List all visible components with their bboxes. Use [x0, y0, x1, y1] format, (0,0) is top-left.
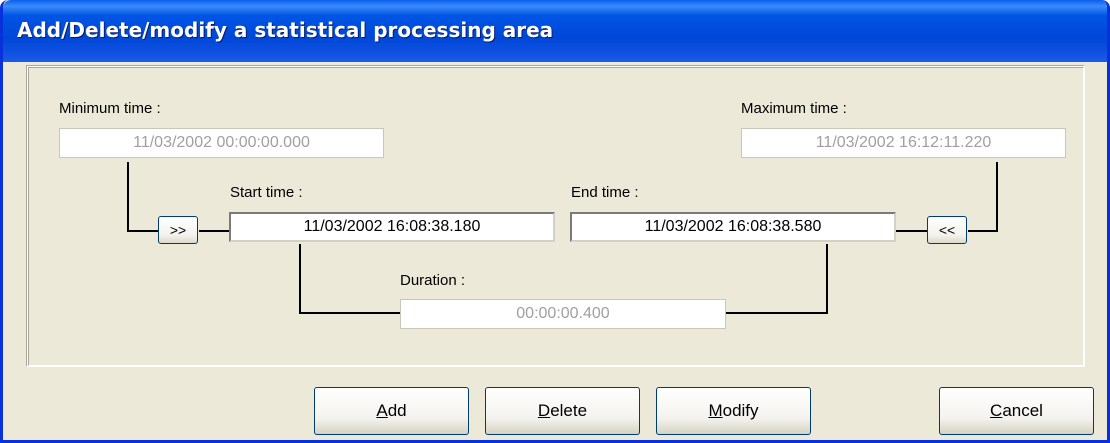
- start-time-label: Start time :: [230, 184, 303, 201]
- maximum-time-field: 11/03/2002 16:12:11.220: [741, 128, 1066, 158]
- connector-line: [996, 162, 998, 232]
- connector-line: [127, 162, 129, 232]
- connector-line: [127, 230, 158, 232]
- window-title: Add/Delete/modify a statistical processi…: [17, 18, 554, 42]
- modify-button-label: odify: [722, 401, 759, 420]
- connector-line: [299, 244, 301, 314]
- delete-button-label: elete: [550, 401, 588, 420]
- connector-line: [199, 230, 230, 232]
- modify-button-mnemonic: M: [708, 401, 723, 420]
- minimum-time-label: Minimum time :: [59, 100, 161, 117]
- cancel-button-mnemonic: C: [990, 401, 1003, 420]
- copy-maximum-time-button[interactable]: <<: [927, 216, 967, 244]
- maximum-time-label: Maximum time :: [741, 100, 847, 117]
- cancel-button-label: ancel: [1002, 401, 1043, 420]
- dialog-content: Minimum time : 11/03/2002 00:00:00.000 M…: [3, 62, 1107, 440]
- connector-line: [726, 312, 828, 314]
- title-bar[interactable]: Add/Delete/modify a statistical processi…: [3, 0, 1107, 62]
- end-time-field[interactable]: 11/03/2002 16:08:38.580: [570, 212, 896, 242]
- start-time-field[interactable]: 11/03/2002 16:08:38.180: [229, 212, 555, 242]
- end-time-label: End time :: [571, 184, 639, 201]
- connector-line: [826, 244, 828, 314]
- delete-button[interactable]: Delete: [485, 387, 640, 435]
- add-button-label: dd: [387, 401, 407, 420]
- minimum-time-field: 11/03/2002 00:00:00.000: [59, 128, 384, 158]
- cancel-button[interactable]: Cancel: [939, 387, 1094, 435]
- dialog-window: Add/Delete/modify a statistical processi…: [0, 0, 1110, 443]
- modify-button[interactable]: Modify: [656, 387, 811, 435]
- connector-line: [299, 312, 400, 314]
- add-button-mnemonic: A: [376, 401, 388, 420]
- duration-label: Duration :: [400, 272, 466, 289]
- connector-line: [968, 230, 998, 232]
- delete-button-mnemonic: D: [537, 401, 551, 420]
- copy-minimum-time-button[interactable]: >>: [158, 216, 198, 244]
- connector-line: [896, 230, 927, 232]
- add-button[interactable]: Add: [314, 387, 469, 435]
- duration-field: 00:00:00.400: [400, 299, 726, 329]
